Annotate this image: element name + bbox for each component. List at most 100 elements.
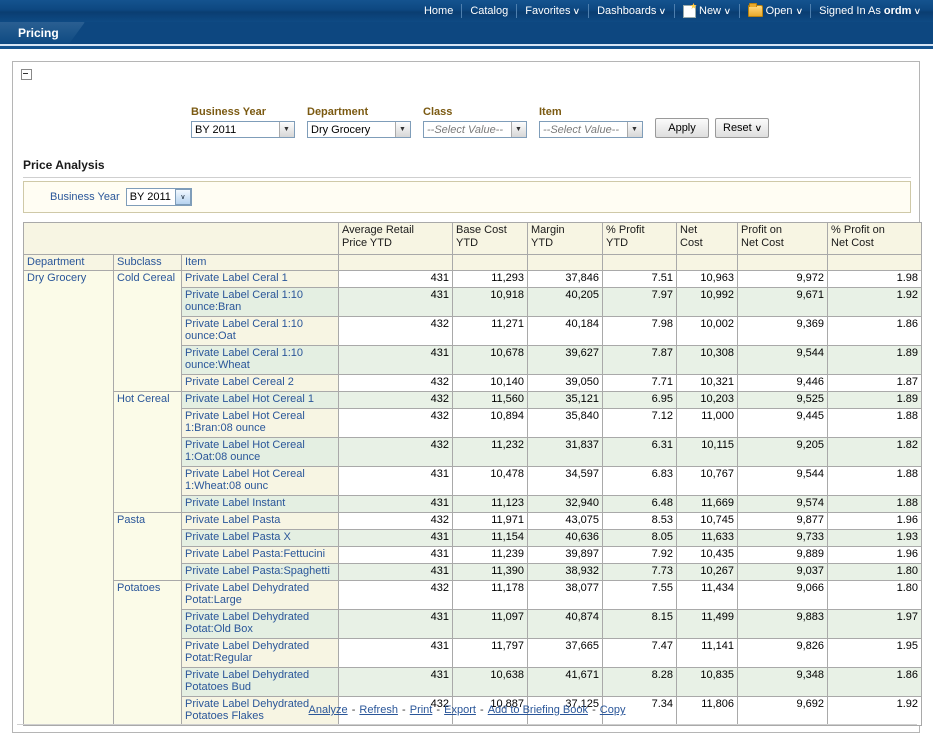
measure-cell-0: 431 — [339, 639, 453, 668]
measure-cell-1: 11,123 — [453, 496, 528, 513]
signed-in-as[interactable]: Signed In Asordm∨ — [810, 4, 929, 18]
prompt-select-department[interactable]: Dry Grocery▼ — [307, 121, 411, 138]
chevron-down-icon: ∨ — [914, 4, 922, 18]
column-header-line1: % Profit — [606, 224, 673, 237]
prompt-select-item[interactable]: --Select Value--▼ — [539, 121, 643, 138]
item-cell[interactable]: Private Label Dehydrated Potat:Old Box — [182, 610, 339, 639]
measure-cell-5: 9,037 — [738, 564, 828, 581]
prompt-select-business-year[interactable]: BY 2011▼ — [191, 121, 295, 138]
item-cell[interactable]: Private Label Hot Cereal 1:Wheat:08 ounc — [182, 467, 339, 496]
item-cell[interactable]: Private Label Ceral 1 — [182, 271, 339, 288]
embedded-business-year-select[interactable]: BY 2011 ∨ — [126, 188, 192, 206]
column-header-3[interactable]: % ProfitYTD — [603, 223, 677, 255]
measure-cell-5: 9,889 — [738, 547, 828, 564]
collapse-section-icon[interactable] — [21, 69, 32, 80]
nav-item-catalog[interactable]: Catalog — [461, 4, 516, 18]
measure-cell-5: 9,369 — [738, 317, 828, 346]
column-header-2[interactable]: MarginYTD — [528, 223, 603, 255]
measure-cell-1: 11,271 — [453, 317, 528, 346]
header-corner-blank — [24, 223, 339, 255]
item-cell[interactable]: Private Label Pasta X — [182, 530, 339, 547]
measure-cell-4: 10,963 — [677, 271, 738, 288]
item-cell[interactable]: Private Label Ceral 1:10 ounce:Oat — [182, 317, 339, 346]
column-header-line1: Profit on — [741, 224, 824, 237]
column-header-line1: Net — [680, 224, 734, 237]
measure-cell-4: 10,992 — [677, 288, 738, 317]
item-cell[interactable]: Private Label Hot Cereal 1 — [182, 392, 339, 409]
measure-cell-1: 10,678 — [453, 346, 528, 375]
measure-cell-2: 40,636 — [528, 530, 603, 547]
chevron-down-icon: ∨ — [723, 4, 731, 18]
reset-button[interactable]: Reset∨ — [715, 118, 769, 138]
measure-cell-3: 7.92 — [603, 547, 677, 564]
item-cell[interactable]: Private Label Cereal 2 — [182, 375, 339, 392]
item-cell[interactable]: Private Label Dehydrated Potat:Large — [182, 581, 339, 610]
nav-item-dashboards[interactable]: Dashboards∨ — [588, 4, 674, 18]
measure-cell-4: 10,321 — [677, 375, 738, 392]
global-navigation: HomeCatalogFavorites∨Dashboards∨New∨Open… — [416, 0, 929, 22]
subclass-cell[interactable]: Hot Cereal — [114, 392, 182, 513]
column-header-1[interactable]: Base CostYTD — [453, 223, 528, 255]
page-tab-pricing[interactable]: Pricing — [0, 22, 85, 44]
measure-cell-4: 10,115 — [677, 438, 738, 467]
item-cell[interactable]: Private Label Hot Cereal 1:Bran:08 ounce — [182, 409, 339, 438]
dimension-header-blank — [339, 255, 453, 271]
measure-cell-3: 7.98 — [603, 317, 677, 346]
chevron-down-icon: ▼ — [626, 122, 642, 137]
item-cell[interactable]: Private Label Pasta:Fettucini — [182, 547, 339, 564]
column-header-5[interactable]: Profit onNet Cost — [738, 223, 828, 255]
measure-cell-3: 8.53 — [603, 513, 677, 530]
dimension-header-item[interactable]: Item — [182, 255, 339, 271]
signed-in-prefix: Signed In As — [819, 4, 881, 18]
measure-cell-3: 8.15 — [603, 610, 677, 639]
measure-cell-2: 43,075 — [528, 513, 603, 530]
item-cell[interactable]: Private Label Pasta:Spaghetti — [182, 564, 339, 581]
nav-item-home[interactable]: Home — [416, 4, 461, 18]
nav-item-favorites[interactable]: Favorites∨ — [516, 4, 588, 18]
column-header-6[interactable]: % Profit onNet Cost — [828, 223, 922, 255]
apply-button[interactable]: Apply — [655, 118, 709, 138]
link-add-to-briefing-book[interactable]: Add to Briefing Book — [488, 704, 588, 716]
measure-cell-6: 1.96 — [828, 513, 922, 530]
item-cell[interactable]: Private Label Instant — [182, 496, 339, 513]
pivot-table-container: Average RetailPrice YTDBase CostYTDMargi… — [23, 222, 911, 726]
measure-cell-2: 32,940 — [528, 496, 603, 513]
column-header-4[interactable]: NetCost — [677, 223, 738, 255]
nav-item-open[interactable]: Open∨ — [739, 4, 811, 18]
chevron-down-icon: ∨ — [659, 4, 667, 18]
measure-cell-1: 11,797 — [453, 639, 528, 668]
item-cell[interactable]: Private Label Ceral 1:10 ounce:Bran — [182, 288, 339, 317]
measure-cell-2: 39,050 — [528, 375, 603, 392]
item-cell[interactable]: Private Label Pasta — [182, 513, 339, 530]
measure-cell-2: 41,671 — [528, 668, 603, 697]
measure-cell-1: 11,239 — [453, 547, 528, 564]
subclass-cell[interactable]: Pasta — [114, 513, 182, 581]
item-cell[interactable]: Private Label Ceral 1:10 ounce:Wheat — [182, 346, 339, 375]
nav-item-new[interactable]: New∨ — [674, 4, 739, 18]
dimension-header-department[interactable]: Department — [24, 255, 114, 271]
link-print[interactable]: Print — [410, 704, 433, 716]
signed-in-username: ordm — [884, 4, 912, 18]
measure-cell-4: 11,434 — [677, 581, 738, 610]
measure-cell-1: 11,178 — [453, 581, 528, 610]
measure-cell-4: 10,835 — [677, 668, 738, 697]
subclass-cell[interactable]: Cold Cereal — [114, 271, 182, 392]
column-header-0[interactable]: Average RetailPrice YTD — [339, 223, 453, 255]
column-header-line1: Base Cost — [456, 224, 524, 237]
measure-cell-0: 431 — [339, 610, 453, 639]
measure-cell-2: 40,205 — [528, 288, 603, 317]
link-analyze[interactable]: Analyze — [309, 704, 348, 716]
department-cell[interactable]: Dry Grocery — [24, 271, 114, 726]
item-cell[interactable]: Private Label Dehydrated Potat:Regular — [182, 639, 339, 668]
measure-cell-0: 431 — [339, 668, 453, 697]
link-copy[interactable]: Copy — [600, 704, 626, 716]
link-export[interactable]: Export — [444, 704, 476, 716]
measure-cell-2: 39,897 — [528, 547, 603, 564]
measure-cell-4: 11,499 — [677, 610, 738, 639]
link-refresh[interactable]: Refresh — [359, 704, 398, 716]
item-cell[interactable]: Private Label Hot Cereal 1:Oat:08 ounce — [182, 438, 339, 467]
price-analysis-table: Average RetailPrice YTDBase CostYTDMargi… — [23, 222, 922, 726]
prompt-select-class[interactable]: --Select Value--▼ — [423, 121, 527, 138]
dimension-header-subclass[interactable]: Subclass — [114, 255, 182, 271]
item-cell[interactable]: Private Label Dehydrated Potatoes Bud — [182, 668, 339, 697]
